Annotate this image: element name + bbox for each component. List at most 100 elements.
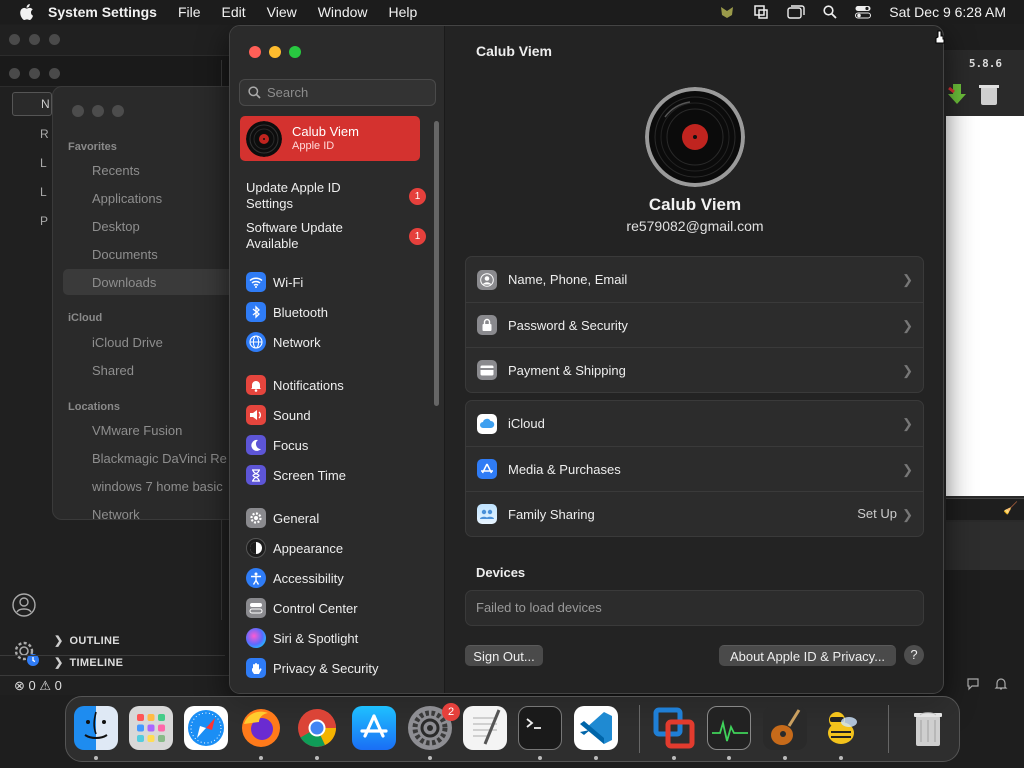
sign-out-button[interactable]: Sign Out...	[465, 645, 543, 666]
sidebar-item-label: Siri & Spotlight	[273, 630, 359, 646]
sidebar-item-label: Appearance	[273, 540, 344, 556]
editor-zoom-light[interactable]	[49, 34, 60, 45]
finder-item-network[interactable]: Network	[92, 507, 140, 519]
sidebar-item-siri[interactable]: Siri & Spotlight	[246, 625, 426, 651]
finder-item-downloads[interactable]: Downloads	[92, 275, 156, 290]
finder-minimize-light[interactable]	[92, 105, 104, 117]
screen-mirror-icon[interactable]	[753, 4, 769, 20]
menu-edit[interactable]: Edit	[222, 4, 246, 20]
editor-minimize-light[interactable]	[29, 34, 40, 45]
editor-side-item[interactable]: L	[40, 149, 49, 178]
download-icon[interactable]	[946, 82, 968, 106]
editor-side-item[interactable]: L	[40, 178, 49, 207]
dock-textedit-icon[interactable]	[463, 706, 507, 750]
timeline-label: TIMELINE	[69, 657, 124, 669]
row-family-sharing[interactable]: Family Sharing Set Up ❯	[466, 491, 923, 536]
extension-status-icon[interactable]	[719, 4, 735, 20]
menu-app-name[interactable]: System Settings	[48, 4, 157, 20]
menubar-clock[interactable]: Sat Dec 9 6:28 AM	[889, 4, 1006, 20]
editor-side-item[interactable]: R	[40, 120, 49, 149]
row-icloud[interactable]: iCloud ❯	[466, 401, 923, 446]
editor-close-light[interactable]	[9, 34, 20, 45]
help-button[interactable]: ?	[904, 645, 924, 665]
outline-section[interactable]: ❯ OUTLINE	[54, 634, 120, 647]
sidebar-item-screen-time[interactable]: Screen Time	[246, 462, 426, 488]
manage-gear-icon[interactable]	[12, 639, 40, 667]
dock-trash-icon[interactable]	[906, 706, 950, 750]
control-center-menu-icon[interactable]	[855, 5, 872, 19]
sidebar-item-privacy[interactable]: Privacy & Security	[246, 655, 426, 681]
editor-status-bar[interactable]: ⊗ 0 ⚠ 0	[0, 675, 240, 695]
feedback-icon[interactable]	[966, 677, 980, 691]
person-icon	[477, 269, 497, 290]
sidebar-item-general[interactable]: General	[246, 505, 426, 531]
timeline-section[interactable]: ❯ TIMELINE	[54, 656, 123, 669]
finder-item-desktop[interactable]: Desktop	[92, 219, 140, 234]
dock-app-store-icon[interactable]	[352, 706, 396, 750]
broom-icon[interactable]: 🧹	[1003, 501, 1018, 515]
dock-terminal-icon[interactable]	[518, 706, 562, 750]
sidebar-item-appearance[interactable]: Appearance	[246, 535, 426, 561]
sidebar-item-notifications[interactable]: Notifications	[246, 372, 426, 398]
minimize-button[interactable]	[269, 46, 281, 58]
spotlight-search-icon[interactable]	[823, 5, 837, 19]
dock-vmware-icon[interactable]	[652, 706, 696, 750]
search-field[interactable]: Search	[239, 79, 436, 106]
editor-selected-item[interactable]: N	[12, 92, 52, 116]
zoom-button[interactable]	[289, 46, 301, 58]
finder-item-davinci[interactable]: Blackmagic DaVinci Re	[92, 451, 227, 466]
dock-garageband-icon[interactable]	[763, 706, 807, 750]
finder-item-shared[interactable]: Shared	[92, 363, 134, 378]
sidebar-item-bluetooth[interactable]: Bluetooth	[246, 299, 426, 325]
editor-inner-close-light[interactable]	[9, 68, 20, 79]
dock-running-indicator	[839, 756, 843, 760]
account-icon[interactable]	[12, 593, 36, 617]
row-password-security[interactable]: Password & Security ❯	[466, 302, 923, 347]
dock-finder-icon[interactable]	[74, 706, 118, 750]
notification-bell-icon[interactable]	[994, 677, 1008, 691]
editor-inner-zoom-light[interactable]	[49, 68, 60, 79]
row-media-purchases[interactable]: Media & Purchases ❯	[466, 446, 923, 491]
account-email: re579082@gmail.com	[626, 218, 764, 234]
windows-icon[interactable]	[787, 5, 805, 19]
sidebar-item-sound[interactable]: Sound	[246, 402, 426, 428]
finder-item-windows7[interactable]: windows 7 home basic	[92, 479, 223, 494]
menu-window[interactable]: Window	[318, 4, 368, 20]
dock-cyberduck-icon[interactable]	[819, 706, 863, 750]
dock-activity-monitor-icon[interactable]	[707, 706, 751, 750]
finder-close-light[interactable]	[72, 105, 84, 117]
editor-inner-minimize-light[interactable]	[29, 68, 40, 79]
dock-chrome-icon[interactable]	[295, 706, 339, 750]
notice-software-update[interactable]: Software Update Available 1	[246, 220, 426, 252]
editor-side-item[interactable]: P	[40, 207, 49, 236]
notice-update-apple-id[interactable]: Update Apple ID Settings 1	[246, 180, 426, 212]
about-apple-id-button[interactable]: About Apple ID & Privacy...	[719, 645, 896, 666]
menu-help[interactable]: Help	[389, 4, 418, 20]
account-avatar-record-icon[interactable]	[645, 87, 745, 187]
sidebar-item-focus[interactable]: Focus	[246, 432, 426, 458]
dock-launchpad-icon[interactable]	[129, 706, 173, 750]
menu-file[interactable]: File	[178, 4, 201, 20]
menu-view[interactable]: View	[267, 4, 297, 20]
sidebar-item-wifi[interactable]: Wi-Fi	[246, 269, 426, 295]
dock-safari-icon[interactable]	[184, 706, 228, 750]
finder-item-applications[interactable]: Applications	[92, 191, 162, 206]
finder-item-icloud-drive[interactable]: iCloud Drive	[92, 335, 163, 350]
dock-firefox-icon[interactable]	[239, 706, 283, 750]
finder-item-documents[interactable]: Documents	[92, 247, 158, 262]
problems-status[interactable]: ⊗ 0 ⚠ 0	[14, 678, 62, 693]
sidebar-apple-id-profile[interactable]: Calub Viem Apple ID	[240, 116, 420, 161]
finder-item-vmware[interactable]: VMware Fusion	[92, 423, 182, 438]
apple-menu-icon[interactable]	[18, 3, 34, 21]
sidebar-item-accessibility[interactable]: Accessibility	[246, 565, 426, 591]
finder-item-recents[interactable]: Recents	[92, 163, 140, 178]
sidebar-item-network[interactable]: Network	[246, 329, 426, 355]
trash-small-icon[interactable]	[978, 82, 1000, 106]
sidebar-scrollbar[interactable]	[434, 121, 439, 406]
row-payment-shipping[interactable]: Payment & Shipping ❯	[466, 347, 923, 392]
row-name-phone-email[interactable]: Name, Phone, Email ❯	[466, 257, 923, 302]
close-button[interactable]	[249, 46, 261, 58]
sidebar-item-control-center[interactable]: Control Center	[246, 595, 426, 621]
dock-vscode-icon[interactable]	[574, 706, 618, 750]
finder-zoom-light[interactable]	[112, 105, 124, 117]
